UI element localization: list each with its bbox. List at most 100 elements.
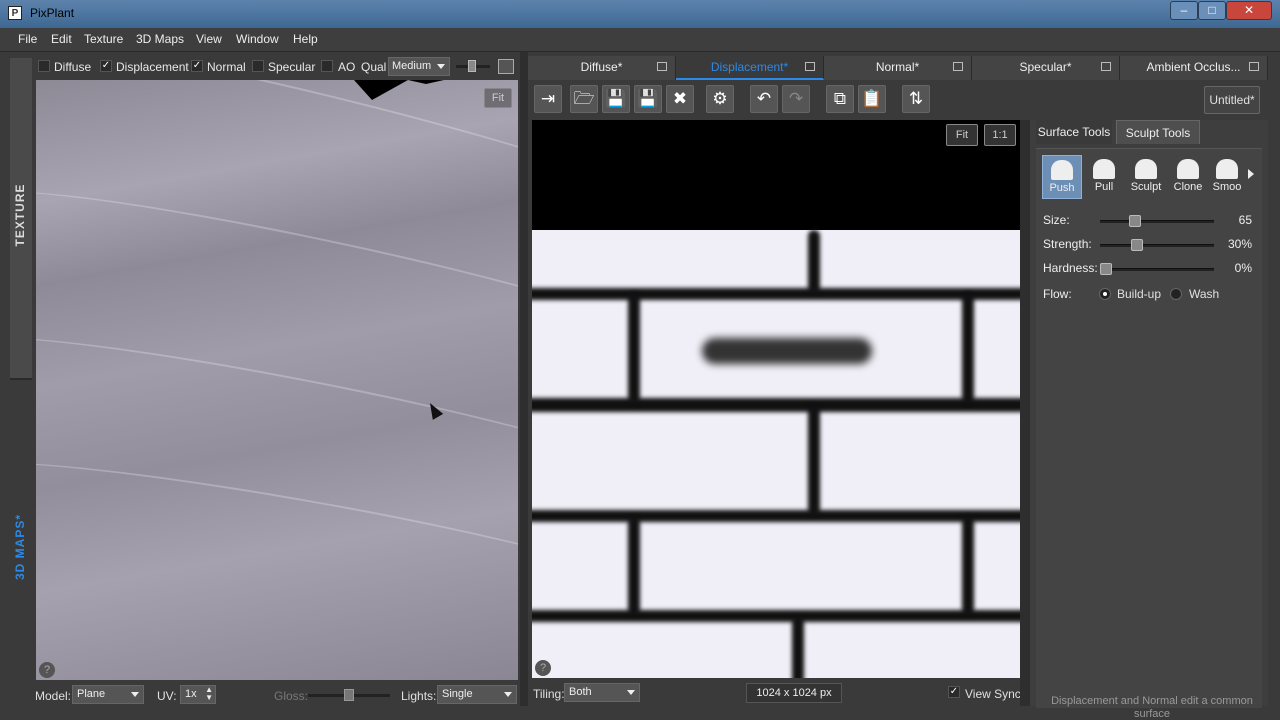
mortar-line bbox=[808, 230, 820, 294]
popout-icon[interactable] bbox=[1249, 62, 1259, 71]
map-tabs: Diffuse* Displacement* Normal* Specular*… bbox=[528, 56, 1268, 80]
uv-spinbox[interactable]: 1x ▲ ▼ bbox=[180, 685, 216, 704]
tiling-select[interactable]: Both bbox=[564, 683, 640, 702]
sculpt-icon bbox=[1135, 159, 1157, 179]
save-as-icon[interactable]: 💾 bbox=[634, 85, 662, 113]
hardness-slider-knob[interactable] bbox=[1100, 263, 1112, 275]
tab-ambient-occlusion-label: Ambient Occlus... bbox=[1146, 60, 1241, 74]
build-up-radio[interactable] bbox=[1099, 288, 1111, 300]
spin-arrows-icon[interactable]: ▲ ▼ bbox=[205, 686, 213, 702]
hardness-value: 0% bbox=[1234, 261, 1252, 275]
panel-note: Displacement and Normal edit a common su… bbox=[1051, 695, 1253, 720]
gloss-slider-knob[interactable] bbox=[344, 689, 354, 701]
chevron-down-icon bbox=[131, 692, 139, 697]
diffuse-checkbox[interactable] bbox=[38, 60, 50, 72]
tab-sculpt-tools[interactable]: Sculpt Tools bbox=[1116, 120, 1200, 144]
size-slider-knob[interactable] bbox=[1128, 215, 1141, 227]
tab-displacement-label: Displacement* bbox=[710, 60, 789, 74]
redo-icon[interactable]: ↷ bbox=[782, 85, 810, 113]
normal-checkbox[interactable]: ✓ bbox=[191, 60, 203, 72]
sculpt-tool[interactable]: Sculpt bbox=[1126, 155, 1166, 199]
tab-displacement[interactable]: Displacement* bbox=[676, 56, 824, 80]
swap-icon[interactable]: ⇅ bbox=[902, 85, 930, 113]
open-icon[interactable]: 🗁 bbox=[570, 85, 598, 113]
pull-tool[interactable]: Pull bbox=[1084, 155, 1124, 199]
preview-bottom-bar: Model: Plane UV: 1x ▲ ▼ Gloss: Lights: Sin… bbox=[34, 684, 520, 706]
import-icon[interactable]: ⇥ bbox=[534, 85, 562, 113]
push-tool[interactable]: Push bbox=[1042, 155, 1082, 199]
strength-slider-knob[interactable] bbox=[1130, 239, 1143, 251]
tab-surface-tools[interactable]: Surface Tools bbox=[1036, 120, 1112, 144]
close-icon[interactable]: ✕ bbox=[1226, 1, 1272, 20]
menu-view[interactable]: View bbox=[196, 32, 222, 46]
undo-icon[interactable]: ↶ bbox=[750, 85, 778, 113]
pull-icon bbox=[1093, 159, 1115, 179]
ao-checkbox[interactable] bbox=[321, 60, 333, 72]
specular-checkbox[interactable] bbox=[252, 60, 264, 72]
view-sync-checkbox[interactable]: ✓ bbox=[948, 686, 960, 698]
specular-label: Specular bbox=[268, 60, 316, 74]
push-label: Push bbox=[1049, 182, 1075, 194]
quality-slider-knob[interactable] bbox=[468, 60, 476, 72]
maximize-icon[interactable]: □ bbox=[1198, 1, 1226, 20]
lights-select[interactable]: Single bbox=[437, 685, 517, 704]
mortar-line bbox=[532, 288, 1020, 300]
normal-label: Normal bbox=[207, 60, 246, 74]
popout-icon[interactable] bbox=[498, 59, 514, 74]
preview-fit-button[interactable]: Fit bbox=[484, 88, 512, 108]
wash-radio[interactable] bbox=[1170, 288, 1182, 300]
smooth-label: Smoo bbox=[1212, 181, 1242, 193]
menu-3d-maps[interactable]: 3D Maps bbox=[136, 32, 184, 46]
chevron-right-icon[interactable] bbox=[1248, 169, 1254, 179]
tab-diffuse[interactable]: Diffuse* bbox=[528, 56, 676, 80]
popout-icon[interactable] bbox=[1101, 62, 1111, 71]
chevron-down-icon bbox=[437, 64, 445, 69]
menu-help[interactable]: Help bbox=[293, 32, 318, 46]
wash-label: Wash bbox=[1189, 287, 1220, 301]
tab-specular[interactable]: Specular* bbox=[972, 56, 1120, 80]
side-tab-3d-maps[interactable]: 3D MAPS* bbox=[10, 0, 32, 700]
mortar-line bbox=[532, 398, 1020, 412]
canvas-fit-button[interactable]: Fit bbox=[946, 124, 978, 146]
right-panel-splitter[interactable] bbox=[1020, 120, 1030, 706]
quality-label: Qual bbox=[361, 60, 387, 74]
view-sync-label: View Sync bbox=[965, 687, 1021, 701]
quality-slider[interactable] bbox=[456, 60, 490, 72]
popout-icon[interactable] bbox=[805, 62, 815, 71]
document-title[interactable]: Untitled* bbox=[1204, 86, 1260, 114]
clone-tool[interactable]: Clone bbox=[1168, 155, 1208, 199]
settings-icon[interactable]: ⚙ bbox=[706, 85, 734, 113]
panel-splitter[interactable] bbox=[520, 52, 528, 706]
popout-icon[interactable] bbox=[657, 62, 667, 71]
diffuse-label: Diffuse bbox=[54, 60, 92, 74]
delete-icon[interactable]: ✖ bbox=[666, 85, 694, 113]
model-select[interactable]: Plane bbox=[72, 685, 144, 704]
save-icon[interactable]: 💾 bbox=[602, 85, 630, 113]
lights-value: Single bbox=[442, 688, 473, 700]
strength-slider[interactable] bbox=[1100, 239, 1214, 251]
chevron-down-icon bbox=[504, 692, 512, 697]
tab-normal-label: Normal* bbox=[875, 60, 920, 74]
minimize-icon[interactable]: – bbox=[1170, 1, 1198, 20]
paste-icon[interactable]: 📋 bbox=[858, 85, 886, 113]
menu-texture[interactable]: Texture bbox=[84, 32, 123, 46]
clone-icon bbox=[1177, 159, 1199, 179]
canvas-help-icon[interactable]: ? bbox=[535, 660, 551, 676]
quality-select[interactable]: Medium bbox=[388, 57, 450, 76]
preview-help-icon[interactable]: ? bbox=[39, 662, 55, 678]
displacement-map-canvas[interactable] bbox=[532, 120, 1020, 678]
menu-edit[interactable]: Edit bbox=[51, 32, 72, 46]
hardness-slider[interactable] bbox=[1100, 263, 1214, 275]
copy-icon[interactable]: ⧉ bbox=[826, 85, 854, 113]
displacement-checkbox[interactable]: ✓ bbox=[100, 60, 112, 72]
menu-window[interactable]: Window bbox=[236, 32, 279, 46]
tab-normal[interactable]: Normal* bbox=[824, 56, 972, 80]
smooth-tool[interactable]: Smoo bbox=[1210, 155, 1244, 199]
canvas-actual-size-button[interactable]: 1:1 bbox=[984, 124, 1016, 146]
size-slider[interactable] bbox=[1100, 215, 1214, 227]
3d-preview-viewport[interactable] bbox=[36, 80, 518, 680]
tab-ambient-occlusion[interactable]: Ambient Occlus... bbox=[1120, 56, 1268, 80]
gloss-slider[interactable] bbox=[308, 689, 390, 701]
popout-icon[interactable] bbox=[953, 62, 963, 71]
ao-label: AO bbox=[338, 60, 356, 74]
